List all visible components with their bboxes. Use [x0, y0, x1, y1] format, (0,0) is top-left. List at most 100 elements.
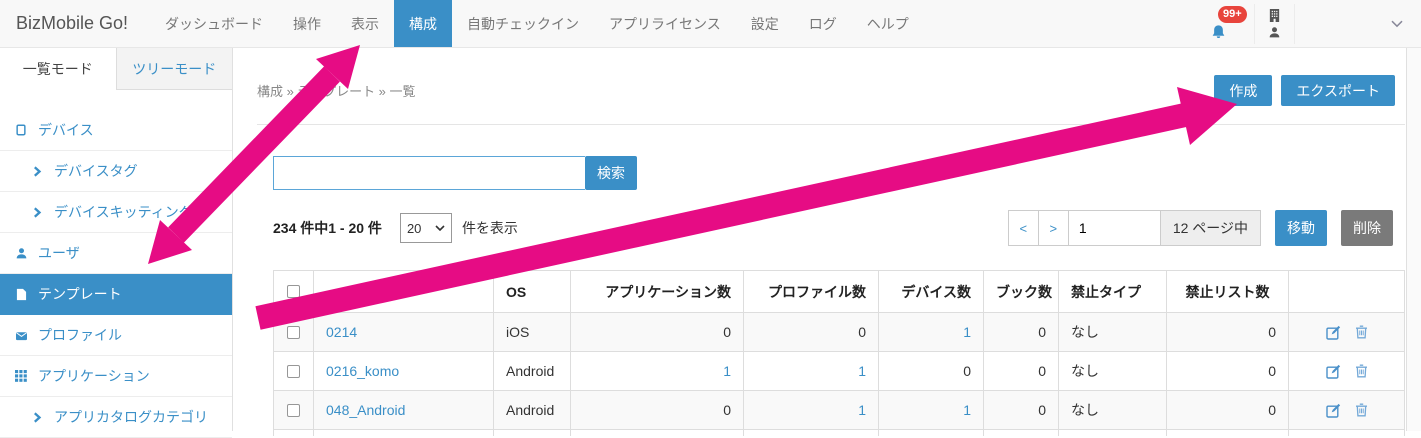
tab-list-mode[interactable]: 一覧モード	[0, 48, 117, 90]
cell-profile-count[interactable]: 1	[744, 352, 879, 391]
cell-app-count: 0	[571, 313, 744, 352]
edit-icon[interactable]	[1326, 325, 1341, 340]
next-page-button[interactable]: >	[1038, 210, 1069, 246]
edit-icon[interactable]	[1326, 364, 1341, 379]
table-header-row: OS アプリケーション数 プロファイル数 デバイス数 ブック数 禁止タイプ 禁止…	[274, 271, 1405, 313]
select-chevron-down-icon	[435, 225, 445, 231]
col-os: OS	[494, 271, 571, 313]
cell-book-count: 0	[984, 313, 1059, 352]
app-brand: BizMobile Go!	[0, 0, 150, 47]
sidebar-item-label: デバイスタグ	[54, 161, 138, 181]
sidebar-item-device-kitting[interactable]: デバイスキッティング	[0, 192, 232, 233]
trash-icon[interactable]	[1355, 325, 1368, 339]
table-row: 0216_komo Android 1 1 0 0 なし 0	[274, 352, 1405, 391]
scrollbar[interactable]	[1406, 48, 1421, 431]
page-actions: 作成 エクスポート	[1214, 75, 1395, 106]
sidebar-item-label: アプリケーション	[38, 366, 150, 386]
cell-ban-list-count: 0	[1167, 391, 1289, 430]
tab-tree-mode[interactable]: ツリーモード	[117, 48, 233, 90]
template-table: OS アプリケーション数 プロファイル数 デバイス数 ブック数 禁止タイプ 禁止…	[273, 270, 1405, 436]
page-number-input[interactable]	[1068, 210, 1161, 246]
row-checkbox[interactable]	[287, 326, 300, 339]
delete-button[interactable]: 削除	[1341, 210, 1393, 246]
nav-log[interactable]: ログ	[794, 0, 852, 47]
search-group: 検索	[273, 156, 637, 190]
template-link[interactable]: 048_Android	[326, 402, 405, 418]
table-row: 0214 iOS 0 0 1 0 なし 0	[274, 313, 1405, 352]
chevron-down-icon[interactable]	[1391, 20, 1403, 28]
nav-auto-checkin[interactable]: 自動チェックイン	[452, 0, 594, 47]
notifications-button[interactable]: 99+	[1208, 3, 1250, 45]
cell-device-count[interactable]: 1	[879, 391, 984, 430]
cell-os: iOS	[494, 313, 571, 352]
chevron-right-icon	[30, 207, 44, 218]
sidebar-item-label: ユーザ	[38, 243, 80, 263]
cell-ban-type: なし	[1059, 352, 1167, 391]
bell-icon	[1210, 24, 1227, 41]
sidebar-item-device-tags[interactable]: デバイスタグ	[0, 151, 232, 192]
table-row: 048_Android Android 0 1 1 0 なし 0	[274, 391, 1405, 430]
cell-profile-count: 0	[744, 313, 879, 352]
col-ban-type: 禁止タイプ	[1059, 271, 1167, 313]
file-icon	[14, 288, 28, 301]
sidebar-item-label: デバイスキッティング	[54, 202, 193, 222]
col-profile-count: プロファイル数	[744, 271, 879, 313]
cell-ban-list-count: 0	[1167, 352, 1289, 391]
cell-os: Android	[494, 391, 571, 430]
row-checkbox[interactable]	[287, 365, 300, 378]
search-input[interactable]	[273, 156, 585, 190]
total-pages-label: 12 ページ中	[1160, 210, 1261, 246]
sidebar-item-label: デバイス	[38, 120, 94, 140]
nav-configuration[interactable]: 構成	[394, 0, 452, 47]
edit-icon[interactable]	[1326, 403, 1341, 418]
topnav-right-group: 99+	[1208, 0, 1421, 47]
sidebar-item-label: プロファイル	[38, 325, 122, 345]
cell-app-count: 0	[571, 391, 744, 430]
nav-view[interactable]: 表示	[336, 0, 394, 47]
sidebar-item-devices[interactable]: デバイス	[0, 110, 232, 151]
sidebar-item-users[interactable]: ユーザ	[0, 233, 232, 274]
user-icon	[14, 247, 28, 260]
result-count: 234 件中1 - 20 件	[273, 218, 382, 238]
nav-settings[interactable]: 設定	[736, 0, 794, 47]
account-menu[interactable]	[1254, 4, 1295, 44]
row-checkbox[interactable]	[287, 404, 300, 417]
chevron-right-icon	[30, 412, 44, 423]
nav-app-license[interactable]: アプリライセンス	[594, 0, 736, 47]
sidebar-item-app-catalog-category[interactable]: アプリカタログカテゴリ	[0, 397, 232, 438]
sidebar-item-label: テンプレート	[38, 284, 122, 304]
trash-icon[interactable]	[1355, 403, 1368, 417]
template-link[interactable]: 0214	[326, 324, 357, 340]
nav-help[interactable]: ヘルプ	[852, 0, 924, 47]
page-size-value: 20	[407, 221, 421, 236]
sidebar: 一覧モード ツリーモード デバイス デバイスタグ デバイスキッティング	[0, 48, 233, 431]
building-icon	[1268, 8, 1281, 23]
cell-app-count[interactable]: 1	[571, 352, 744, 391]
cell-ban-type: なし	[1059, 313, 1167, 352]
select-all-checkbox[interactable]	[287, 285, 300, 298]
sidebar-item-applications[interactable]: アプリケーション	[0, 356, 232, 397]
create-button[interactable]: 作成	[1214, 75, 1272, 106]
go-page-button[interactable]: 移動	[1275, 210, 1327, 246]
nav-dashboard[interactable]: ダッシュボード	[150, 0, 278, 47]
template-link[interactable]: 0216_komo	[326, 363, 399, 379]
cell-book-count: 0	[984, 391, 1059, 430]
cell-device-count[interactable]: 1	[879, 313, 984, 352]
col-ban-list-count: 禁止リスト数	[1167, 271, 1289, 313]
col-actions	[1289, 271, 1405, 313]
sidebar-item-templates[interactable]: テンプレート	[0, 274, 232, 315]
search-button[interactable]: 検索	[585, 156, 637, 190]
chevron-right-icon	[30, 166, 44, 177]
nav-operation[interactable]: 操作	[278, 0, 336, 47]
sidebar-item-profiles[interactable]: プロファイル	[0, 315, 232, 356]
sidebar-item-label: アプリカタログカテゴリ	[54, 407, 208, 427]
trash-icon[interactable]	[1355, 364, 1368, 378]
notification-badge: 99+	[1218, 6, 1247, 23]
profile-icon	[14, 330, 28, 341]
cell-book-count: 0	[984, 352, 1059, 391]
cell-profile-count[interactable]: 1	[744, 391, 879, 430]
export-button[interactable]: エクスポート	[1281, 75, 1395, 106]
prev-page-button[interactable]: <	[1008, 210, 1039, 246]
sidebar-spacer	[0, 90, 232, 110]
page-size-select[interactable]: 20	[400, 213, 452, 243]
